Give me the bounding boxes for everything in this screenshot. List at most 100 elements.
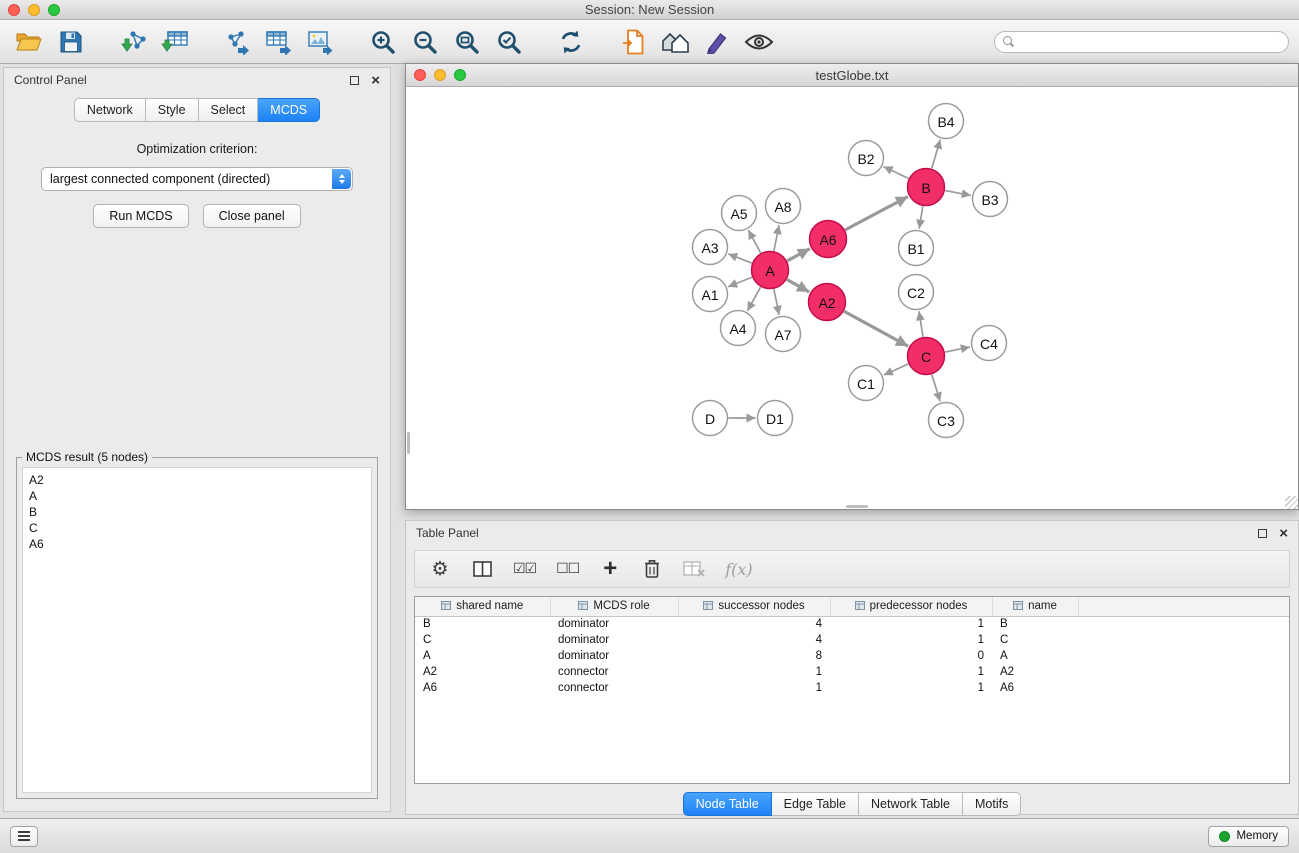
tab-select[interactable]: Select [199, 98, 259, 122]
home-view-button[interactable] [656, 25, 694, 59]
deselect-all-columns-icon[interactable]: ☐☐ [556, 556, 579, 582]
tab-edge-table[interactable]: Edge Table [772, 792, 859, 816]
edge-B-B4[interactable] [932, 140, 941, 169]
node-A6[interactable]: A6 [810, 221, 847, 258]
close-panel-icon[interactable]: × [371, 73, 380, 88]
node-B4[interactable]: B4 [929, 104, 964, 139]
task-history-button[interactable] [10, 826, 38, 847]
node-A[interactable]: A [752, 252, 789, 289]
import-network-button[interactable] [114, 25, 152, 59]
create-column-icon[interactable]: + [599, 556, 621, 582]
edge-A-A1[interactable] [728, 277, 752, 287]
open-panel-button[interactable] [614, 25, 652, 59]
node-C3[interactable]: C3 [929, 403, 964, 438]
edge-B-B1[interactable] [919, 206, 923, 229]
network-vertical-scrollbar[interactable] [407, 432, 410, 454]
result-item[interactable]: B [29, 504, 365, 520]
table-row[interactable]: Cdominator41C [415, 632, 1289, 648]
tab-network-table[interactable]: Network Table [859, 792, 963, 816]
node-C1[interactable]: C1 [849, 366, 884, 401]
vizmapper-button[interactable] [698, 25, 736, 59]
node-C2[interactable]: C2 [899, 275, 934, 310]
result-item[interactable]: C [29, 520, 365, 536]
float-table-panel-icon[interactable] [1258, 529, 1267, 538]
edge-B-B2[interactable] [884, 166, 909, 178]
export-table-button[interactable] [260, 25, 298, 59]
minimize-network-window-button[interactable] [434, 69, 446, 81]
result-item[interactable]: A6 [29, 536, 365, 552]
import-table-button[interactable] [156, 25, 194, 59]
open-session-button[interactable] [10, 25, 48, 59]
node-D1[interactable]: D1 [758, 401, 793, 436]
close-window-button[interactable] [8, 4, 20, 16]
function-builder-icon[interactable]: f(x) [725, 556, 752, 582]
minimize-window-button[interactable] [28, 4, 40, 16]
edge-A-A8[interactable] [774, 225, 779, 251]
table-row[interactable]: Bdominator41B [415, 616, 1289, 632]
table-row[interactable]: A2connector11A2 [415, 664, 1289, 680]
column-header-shared-name[interactable]: shared name [415, 597, 550, 616]
zoom-selected-button[interactable] [490, 25, 528, 59]
node-C4[interactable]: C4 [972, 326, 1007, 361]
search-input[interactable] [1019, 35, 1280, 49]
search-field[interactable] [994, 31, 1289, 53]
edge-A-A3[interactable] [728, 254, 752, 263]
show-columns-icon[interactable] [471, 556, 493, 582]
node-B[interactable]: B [908, 169, 945, 206]
memory-button[interactable]: Memory [1208, 826, 1289, 847]
column-header-mcds-role[interactable]: MCDS role [550, 597, 678, 616]
optimization-criterion-dropdown[interactable]: largest connected component (directed) [41, 167, 353, 191]
refresh-layout-button[interactable] [552, 25, 590, 59]
zoom-in-button[interactable] [364, 25, 402, 59]
column-header-successor-nodes[interactable]: successor nodes [678, 597, 830, 616]
tab-mcds[interactable]: MCDS [258, 98, 320, 122]
mcds-result-list[interactable]: A2 A B C A6 [22, 467, 372, 793]
table-row[interactable]: A6connector11A6 [415, 680, 1289, 696]
table-settings-gear-icon[interactable]: ⚙ [429, 556, 451, 582]
tab-network[interactable]: Network [74, 98, 146, 122]
float-panel-icon[interactable] [350, 76, 359, 85]
column-header-name[interactable]: name [992, 597, 1078, 616]
node-B3[interactable]: B3 [973, 182, 1008, 217]
network-horizontal-scrollbar[interactable] [846, 505, 868, 508]
export-network-button[interactable] [218, 25, 256, 59]
edge-A-A5[interactable] [748, 230, 760, 253]
close-panel-button[interactable]: Close panel [203, 204, 301, 228]
edge-A6-B[interactable] [845, 197, 908, 230]
column-header-predecessor-nodes[interactable]: predecessor nodes [830, 597, 992, 616]
edge-C-C2[interactable] [919, 311, 923, 336]
delete-column-trash-icon[interactable] [641, 556, 663, 582]
node-A8[interactable]: A8 [766, 189, 801, 224]
result-item[interactable]: A2 [29, 472, 365, 488]
node-A5[interactable]: A5 [722, 196, 757, 231]
close-network-window-button[interactable] [414, 69, 426, 81]
zoom-fit-button[interactable] [448, 25, 486, 59]
edge-A-A6[interactable] [787, 249, 810, 261]
node-B2[interactable]: B2 [849, 141, 884, 176]
node-A7[interactable]: A7 [766, 317, 801, 352]
edge-A-A4[interactable] [747, 287, 760, 311]
edge-B-B3[interactable] [945, 191, 971, 196]
table-row[interactable]: Adominator80A [415, 648, 1289, 664]
node-D[interactable]: D [693, 401, 728, 436]
zoom-window-button[interactable] [48, 4, 60, 16]
result-item[interactable]: A [29, 488, 365, 504]
network-graph[interactable]: B4B2BB3A5A8A6A3B1AC2A1A2A4A7C4CC1C3DD1 [406, 87, 1298, 509]
edge-C-C1[interactable] [884, 364, 908, 375]
edge-A-A7[interactable] [774, 289, 779, 315]
close-table-panel-icon[interactable]: × [1279, 526, 1288, 541]
edge-A2-C[interactable] [844, 311, 908, 346]
select-all-columns-icon[interactable]: ☑☑ [513, 556, 536, 582]
node-A3[interactable]: A3 [693, 230, 728, 265]
edge-C-C4[interactable] [945, 347, 970, 352]
node-A1[interactable]: A1 [693, 277, 728, 312]
window-resize-grip[interactable] [1285, 496, 1298, 509]
level-of-detail-button[interactable] [740, 25, 778, 59]
tab-motifs[interactable]: Motifs [963, 792, 1021, 816]
zoom-network-window-button[interactable] [454, 69, 466, 81]
network-canvas[interactable]: B4B2BB3A5A8A6A3B1AC2A1A2A4A7C4CC1C3DD1 [406, 87, 1298, 509]
tab-style[interactable]: Style [146, 98, 199, 122]
network-window-titlebar[interactable]: testGlobe.txt [406, 64, 1298, 87]
node-A4[interactable]: A4 [721, 311, 756, 346]
node-A2[interactable]: A2 [809, 284, 846, 321]
